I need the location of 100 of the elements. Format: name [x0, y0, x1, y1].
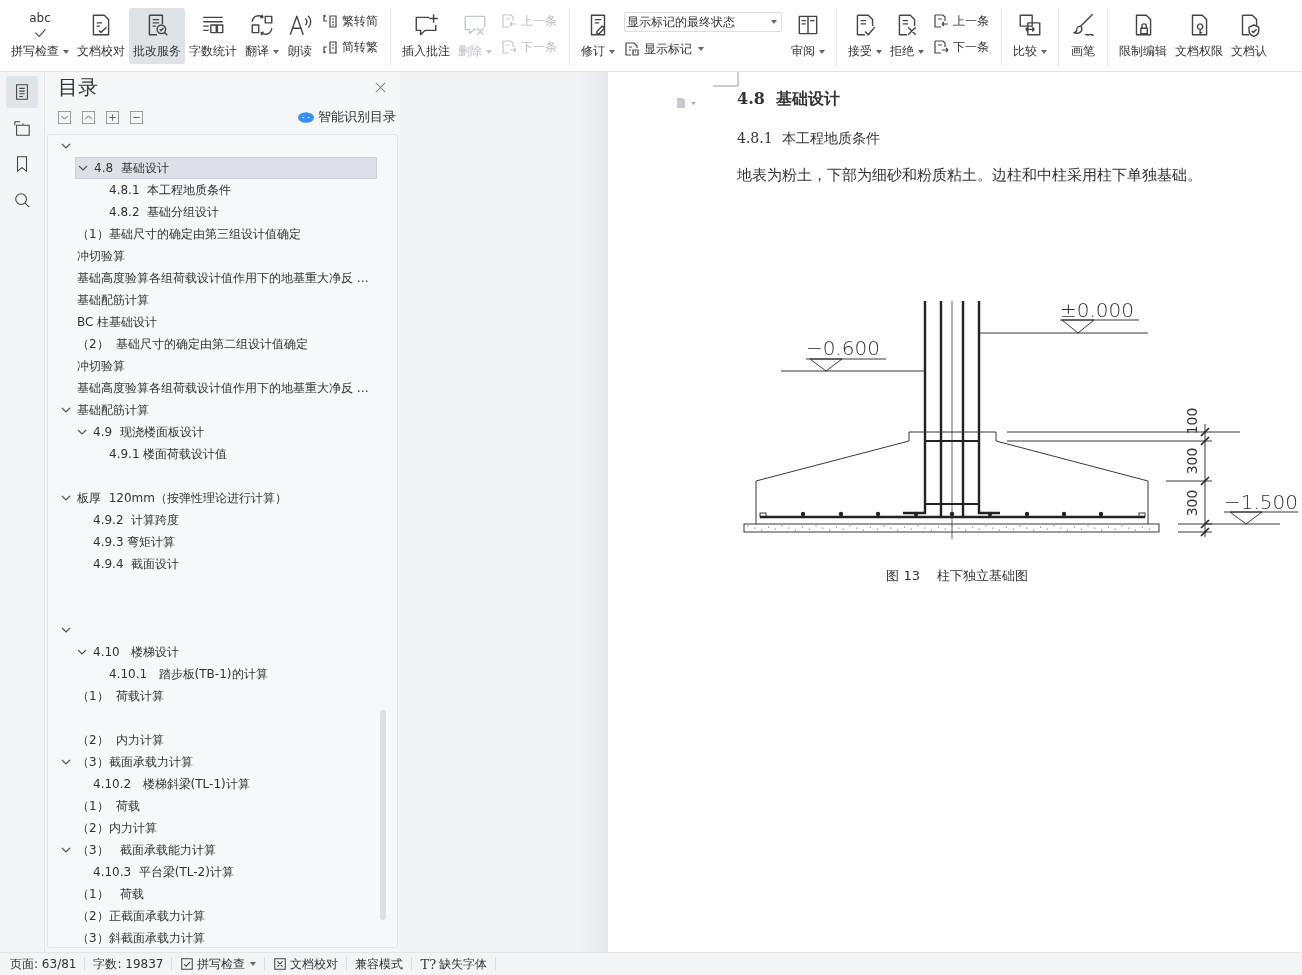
- expand-caret-icon[interactable]: [78, 163, 88, 173]
- toolbar-button[interactable]: 简转繁: [322, 38, 378, 56]
- expand-caret-icon[interactable]: [61, 625, 71, 635]
- toc-item[interactable]: 4.10.3 平台梁(TL-2)计算: [75, 861, 377, 883]
- toc-item[interactable]: （2）正截面承载力计算: [59, 905, 377, 927]
- toolbar-button[interactable]: abc 拼写检查: [7, 8, 73, 64]
- toc-item[interactable]: 基础高度验算各组荷载设计值作用下的地基重大净反 …: [59, 267, 377, 289]
- toc-item-label: （2） 基础尺寸的确定由第二组设计值确定: [77, 335, 309, 353]
- toolbar-button[interactable]: 翻译: [241, 8, 283, 64]
- sidebar-tab[interactable]: [6, 76, 38, 108]
- elevation-label: −0.600: [806, 336, 880, 360]
- toolbar-button[interactable]: 文档权限: [1171, 8, 1227, 64]
- toc-item-label: （2）内力计算: [77, 819, 157, 837]
- toc-item-label: 基础高度验算各组荷载设计值作用下的地基重大净反 …: [77, 269, 369, 287]
- toolbar-button[interactable]: 文档认: [1227, 8, 1271, 64]
- status-button[interactable]: T? 缺失字体: [420, 955, 488, 973]
- expand-chevron-icon[interactable]: [82, 110, 95, 124]
- smart-toc-link[interactable]: 智能识别目录: [318, 108, 396, 126]
- expand-caret-icon[interactable]: [61, 845, 71, 855]
- toc-item[interactable]: （3）截面承载力计算: [59, 751, 377, 773]
- toolbar-button[interactable]: 下一条: [933, 38, 989, 56]
- scrollbar-thumb[interactable]: [380, 710, 386, 920]
- toc-item[interactable]: （2） 内力计算: [59, 729, 377, 751]
- expand-caret-icon[interactable]: [77, 427, 87, 437]
- toc-item-label: 4.10.1 踏步板(TB-1)的计算: [109, 665, 268, 683]
- toolbar-button[interactable]: 画笔: [1066, 8, 1100, 64]
- toolbar-button[interactable]: 插入批注: [398, 8, 454, 64]
- toc-item[interactable]: 4.9.3 弯矩计算: [75, 531, 377, 553]
- toc-item[interactable]: 4.10 楼梯设计: [75, 641, 377, 663]
- markup-mode-select[interactable]: 显示标记的最终状态: [624, 12, 782, 32]
- toc-item[interactable]: 冲切验算: [59, 355, 377, 377]
- plus-icon[interactable]: [106, 110, 119, 124]
- toc-item[interactable]: （1） 荷载: [59, 883, 377, 905]
- expand-caret-icon[interactable]: [77, 647, 87, 657]
- toc-item[interactable]: （1）基础尺寸的确定由第三组设计值确定: [59, 223, 377, 245]
- toolbar-button[interactable]: 审阅: [787, 8, 829, 64]
- toc-item-label: （1） 荷载: [77, 885, 145, 903]
- toc-item-label: 4.10 楼梯设计: [93, 643, 180, 661]
- toc-item[interactable]: 冲切验算: [59, 245, 377, 267]
- page-corner-mark: [713, 72, 739, 88]
- toc-item[interactable]: 4.9.4 截面设计: [75, 553, 377, 575]
- collapse-chevron-icon[interactable]: [58, 110, 71, 124]
- toc-item[interactable]: （2）内力计算: [59, 817, 377, 839]
- toolbar-button[interactable]: 修订: [577, 8, 619, 64]
- toc-item[interactable]: BC 柱基础设计: [59, 311, 377, 333]
- close-icon[interactable]: [375, 81, 386, 93]
- toolbar-button[interactable]: 显示标记: [624, 40, 782, 58]
- toc-item[interactable]: 4.8.1 本工程地质条件: [91, 179, 377, 201]
- toc-item[interactable]: 4.9.1 楼面荷载设计值: [91, 443, 377, 465]
- brush-icon: [1070, 12, 1096, 38]
- toc-item[interactable]: （3）斜截面承载力计算: [59, 927, 377, 947]
- toc-item[interactable]: 基础配筋计算: [59, 289, 377, 311]
- toc-item[interactable]: 4.8.2 基础分组设计: [91, 201, 377, 223]
- toolbar-button[interactable]: 限制编辑: [1115, 8, 1171, 64]
- toc-item-label: 4.8.1 本工程地质条件: [109, 181, 232, 199]
- subsection-heading: 4.8.1 本工程地质条件: [737, 130, 881, 148]
- toc-item[interactable]: 板厚 120mm（按弹性理论进行计算）: [59, 487, 377, 509]
- toc-item[interactable]: 基础配筋计算: [59, 399, 377, 421]
- status-text: 兼容模式: [355, 955, 404, 973]
- toc-item[interactable]: （3） 截面承载能力计算: [59, 839, 377, 861]
- dropdown-caret-icon: [771, 20, 777, 24]
- prev-icon: [501, 13, 517, 29]
- toolbar-button[interactable]: 字数统计: [185, 8, 241, 64]
- robot-face-icon: [298, 111, 314, 123]
- status-button[interactable]: 文档校对: [273, 955, 339, 973]
- toc-item[interactable]: （1） 荷载计算: [59, 685, 377, 707]
- expand-caret-icon[interactable]: [61, 757, 71, 767]
- status-button[interactable]: 拼写检查: [180, 955, 257, 973]
- toc-item[interactable]: 4.10.1 踏步板(TB-1)的计算: [91, 663, 377, 685]
- toc-item-label: （3） 截面承载能力计算: [77, 841, 217, 859]
- expand-caret-icon[interactable]: [61, 493, 71, 503]
- outline-icon: [13, 119, 31, 137]
- toolbar-button[interactable]: 比较: [1009, 8, 1051, 64]
- toolbar-button[interactable]: 朗读: [283, 8, 317, 64]
- toolbar-button[interactable]: 文档校对: [73, 8, 129, 64]
- toc-item-label: （1）基础尺寸的确定由第三组设计值确定: [77, 225, 301, 243]
- expand-caret-icon[interactable]: [61, 141, 71, 151]
- toc-item-label: 4.8 基础设计: [94, 159, 169, 177]
- toc-item[interactable]: 4.10.2 楼梯斜梁(TL-1)计算: [75, 773, 377, 795]
- translate-icon: [249, 12, 275, 38]
- toc-item[interactable]: （1） 荷载: [59, 795, 377, 817]
- toc-item[interactable]: 基础高度验算各组荷载设计值作用下的地基重大净反 …: [59, 377, 377, 399]
- read-icon: [287, 12, 313, 38]
- toolbar-button[interactable]: 上一条: [933, 12, 989, 30]
- next-icon: [501, 39, 517, 55]
- document-list-icon: [13, 83, 31, 101]
- minus-icon[interactable]: [130, 110, 143, 124]
- toc-item[interactable]: 4.9 现浇楼面板设计: [75, 421, 377, 443]
- prev-icon: [933, 13, 949, 29]
- expand-caret-icon[interactable]: [61, 405, 71, 415]
- toc-item[interactable]: 4.9.2 计算跨度: [75, 509, 377, 531]
- toolbar-button[interactable]: 批改服务: [129, 8, 185, 64]
- toc-item[interactable]: 4.8 基础设计: [75, 157, 377, 179]
- toc-item[interactable]: （2） 基础尺寸的确定由第二组设计值确定: [59, 333, 377, 355]
- dimension-label: 300: [1184, 489, 1200, 517]
- toolbar-button[interactable]: 接受: [844, 8, 886, 64]
- toolbar-button[interactable]: 拒绝: [886, 8, 928, 64]
- toc-item-label: （1） 荷载: [77, 797, 141, 815]
- toc-item-label: 冲切验算: [77, 247, 125, 265]
- toolbar-button[interactable]: 繁转简: [322, 12, 378, 30]
